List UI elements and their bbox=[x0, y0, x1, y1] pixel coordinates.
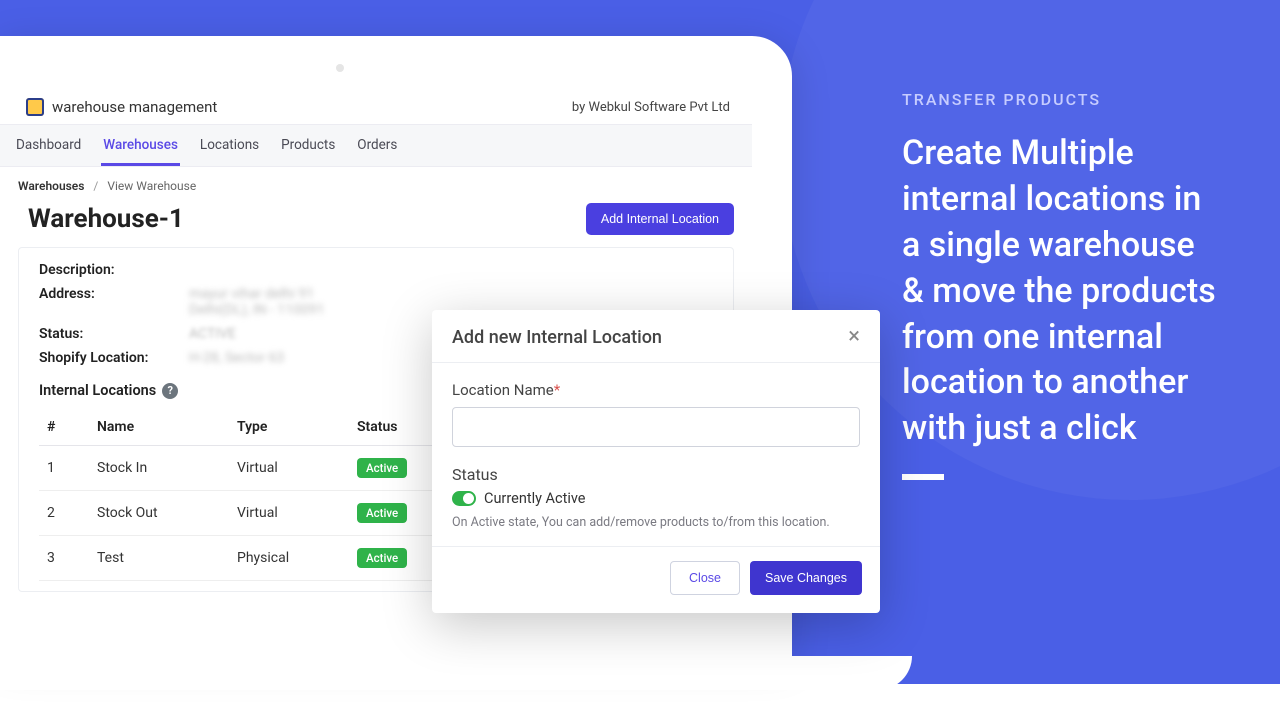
close-icon[interactable]: × bbox=[848, 326, 860, 348]
cell-name: Stock In bbox=[89, 446, 229, 491]
add-internal-location-button[interactable]: Add Internal Location bbox=[586, 203, 734, 235]
nav-products[interactable]: Products bbox=[279, 125, 337, 166]
cell-type: Virtual bbox=[229, 491, 349, 536]
page-header: Warehouse-1 Add Internal Location bbox=[0, 199, 752, 247]
location-name-label-text: Location Name bbox=[452, 381, 554, 399]
device-base bbox=[0, 656, 912, 690]
save-changes-button[interactable]: Save Changes bbox=[750, 561, 862, 595]
app-title: warehouse management bbox=[26, 98, 217, 116]
breadcrumb-current: View Warehouse bbox=[107, 179, 196, 193]
cell-type: Virtual bbox=[229, 446, 349, 491]
col-type: Type bbox=[229, 409, 349, 446]
breadcrumb-sep: / bbox=[93, 179, 98, 193]
cell-type: Physical bbox=[229, 536, 349, 581]
main-nav: Dashboard Warehouses Locations Products … bbox=[0, 124, 752, 167]
modal-footer: Close Save Changes bbox=[432, 546, 880, 613]
label-description: Description: bbox=[39, 262, 189, 278]
status-badge: Active bbox=[357, 503, 407, 523]
status-badge: Active bbox=[357, 548, 407, 568]
app-logo-icon bbox=[26, 98, 44, 116]
status-section-label: Status bbox=[452, 465, 860, 484]
vendor-label: by Webkul Software Pvt Ltd bbox=[572, 100, 730, 115]
status-toggle-text: Currently Active bbox=[484, 490, 586, 507]
breadcrumb-root[interactable]: Warehouses bbox=[18, 179, 84, 193]
status-hint: On Active state, You can add/remove prod… bbox=[452, 515, 860, 530]
close-button[interactable]: Close bbox=[670, 561, 740, 595]
cell-index: 1 bbox=[39, 446, 89, 491]
nav-orders[interactable]: Orders bbox=[355, 125, 399, 166]
breadcrumb: Warehouses / View Warehouse bbox=[0, 167, 752, 199]
nav-dashboard[interactable]: Dashboard bbox=[14, 125, 83, 166]
help-icon[interactable]: ? bbox=[162, 383, 178, 399]
value-status: ACTIVE bbox=[189, 326, 236, 342]
status-badge: Active bbox=[357, 458, 407, 478]
camera-dot bbox=[336, 64, 344, 72]
app-name: warehouse management bbox=[52, 98, 217, 116]
status-toggle-row: Currently Active bbox=[452, 490, 860, 507]
marketing-eyebrow: TRANSFER PRODUCTS bbox=[902, 90, 1222, 109]
cell-name: Stock Out bbox=[89, 491, 229, 536]
cell-name: Test bbox=[89, 536, 229, 581]
value-address-1: mayur vihar delhi 91 bbox=[189, 286, 325, 302]
add-location-modal: Add new Internal Location × Location Nam… bbox=[432, 310, 880, 613]
modal-header: Add new Internal Location × bbox=[432, 310, 880, 363]
nav-warehouses[interactable]: Warehouses bbox=[101, 125, 180, 166]
app-header: warehouse management by Webkul Software … bbox=[0, 88, 752, 124]
location-name-label: Location Name* bbox=[452, 381, 860, 399]
page-title: Warehouse-1 bbox=[28, 204, 184, 234]
value-shopify-location: H-28, Sector 63 bbox=[189, 350, 284, 366]
label-address: Address: bbox=[39, 286, 189, 318]
cell-index: 3 bbox=[39, 536, 89, 581]
modal-body: Location Name* Status Currently Active O… bbox=[432, 363, 880, 546]
required-asterisk: * bbox=[554, 381, 560, 399]
marketing-panel: TRANSFER PRODUCTS Create Multiple intern… bbox=[902, 90, 1222, 480]
marketing-underline bbox=[902, 474, 944, 480]
marketing-headline: Create Multiple internal locations in a … bbox=[902, 131, 1222, 452]
nav-locations[interactable]: Locations bbox=[198, 125, 261, 166]
label-status: Status: bbox=[39, 326, 189, 342]
internal-locations-title: Internal Locations bbox=[39, 382, 156, 399]
status-toggle[interactable] bbox=[452, 491, 476, 506]
cell-index: 2 bbox=[39, 491, 89, 536]
col-name: Name bbox=[89, 409, 229, 446]
modal-title: Add new Internal Location bbox=[452, 327, 662, 348]
location-name-input[interactable] bbox=[452, 407, 860, 447]
label-shopify-location: Shopify Location: bbox=[39, 350, 189, 366]
value-address-2: Delhi(DL), IN - 110091 bbox=[189, 302, 325, 318]
col-index: # bbox=[39, 409, 89, 446]
